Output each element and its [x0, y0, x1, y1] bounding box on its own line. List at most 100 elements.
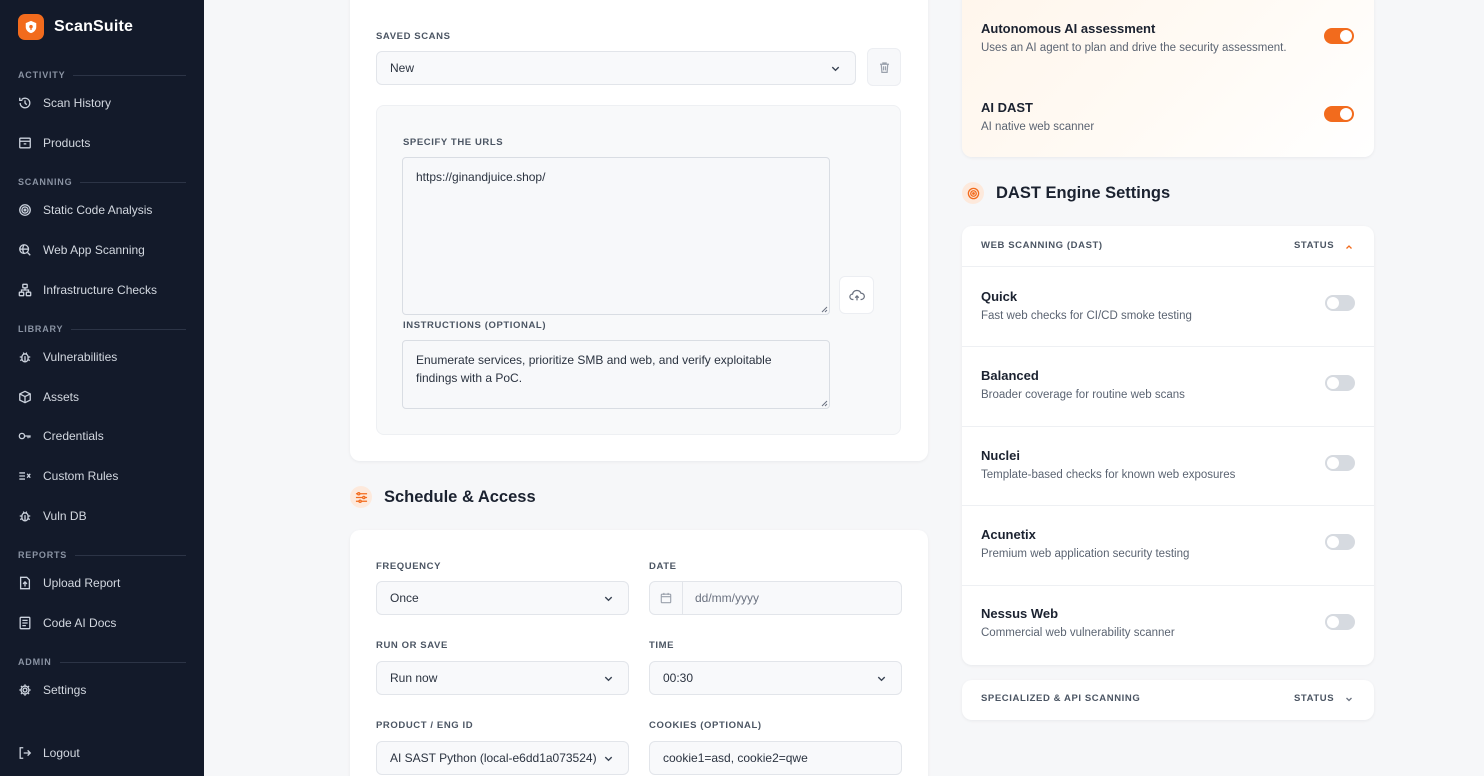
chevron-down-icon: [1346, 697, 1352, 702]
sidebar-item-label: Settings: [43, 683, 87, 697]
engine-name: Nuclei: [981, 448, 1021, 463]
engine-desc: Broader coverage for routine web scans: [981, 389, 1185, 401]
cookies-value: cookie1=asd, cookie2=qwe: [663, 751, 808, 765]
sidebar-item-label: Scan History: [43, 96, 112, 110]
ai-dast-toggle[interactable]: [1324, 106, 1354, 122]
resize-handle-icon[interactable]: [820, 305, 828, 313]
nuclei-toggle[interactable]: [1325, 455, 1355, 471]
sidebar-item-label: Static Code Analysis: [43, 203, 153, 217]
target-icon: [19, 204, 31, 216]
engine-row-balanced: Balanced Broader coverage for routine we…: [962, 346, 1374, 426]
rules-icon: [19, 472, 31, 480]
sidebar-item-label: Infrastructure Checks: [43, 283, 158, 297]
toggle-knob: [1327, 297, 1339, 309]
sidebar-item-web-app-scanning[interactable]: Web App Scanning: [18, 240, 145, 260]
toggle-knob: [1327, 377, 1339, 389]
frequency-select[interactable]: Once: [376, 581, 629, 615]
specialized-header-label: SPECIALIZED & API SCANNING: [981, 693, 1141, 704]
sidebar-item-label: Code AI Docs: [43, 616, 117, 630]
saved-scans-select[interactable]: New: [376, 51, 856, 85]
chevron-down-icon: [831, 66, 840, 72]
section-label-library: LIBRARY: [18, 324, 186, 334]
cookies-input[interactable]: cookie1=asd, cookie2=qwe: [649, 741, 902, 775]
archive-icon: [19, 137, 31, 149]
engine-row-nuclei: Nuclei Template-based checks for known w…: [962, 426, 1374, 506]
document-icon: [19, 616, 31, 630]
web-scanning-header[interactable]: WEB SCANNING (DAST) STATUS: [962, 226, 1374, 266]
sidebar-item-label: Upload Report: [43, 576, 121, 590]
sidebar-item-label: Vuln DB: [43, 509, 87, 523]
gear-icon: [19, 684, 31, 696]
brand-name: ScanSuite: [54, 18, 134, 35]
delete-saved-scan-button[interactable]: [867, 48, 901, 86]
sidebar-item-infrastructure-checks[interactable]: Infrastructure Checks: [18, 280, 157, 300]
autonomous-ai-toggle[interactable]: [1324, 28, 1354, 44]
engine-name: Acunetix: [981, 527, 1036, 542]
specialized-api-card[interactable]: SPECIALIZED & API SCANNING STATUS: [962, 680, 1374, 720]
web-scanning-card: WEB SCANNING (DAST) STATUS Quick Fast we…: [962, 226, 1374, 665]
schedule-card: FREQUENCY Once DATE dd/mm/yyyy RUN OR SA…: [350, 530, 928, 776]
logout-button[interactable]: Logout: [18, 743, 80, 763]
sidebar-item-settings[interactable]: Settings: [18, 680, 86, 700]
nessus-web-toggle[interactable]: [1325, 614, 1355, 630]
sidebar-item-custom-rules[interactable]: Custom Rules: [18, 466, 118, 486]
toggle-knob: [1327, 457, 1339, 469]
status-header-label: STATUS: [1294, 693, 1335, 704]
history-icon: [19, 97, 31, 109]
ai-option-desc: Uses an AI agent to plan and drive the s…: [981, 42, 1287, 54]
logout-label: Logout: [43, 746, 80, 760]
sidebar-item-upload-report[interactable]: Upload Report: [18, 573, 120, 593]
engine-name: Balanced: [981, 368, 1039, 383]
product-label: PRODUCT / ENG ID: [376, 720, 474, 731]
ai-option-name: Autonomous AI assessment: [981, 21, 1156, 36]
dast-title-text: DAST Engine Settings: [996, 183, 1171, 202]
saved-scans-value: New: [390, 61, 415, 75]
product-select[interactable]: AI SAST Python (local-e6dd1a073524): [376, 741, 629, 775]
engine-desc: Fast web checks for CI/CD smoke testing: [981, 310, 1192, 322]
url-config-panel: SPECIFY THE URLS https://ginandjuice.sho…: [376, 105, 901, 435]
sidebar-item-products[interactable]: Products: [18, 133, 90, 153]
instructions-value: Enumerate services, prioritize SMB and w…: [416, 353, 772, 385]
calendar-icon: [650, 582, 683, 614]
quick-toggle[interactable]: [1325, 295, 1355, 311]
section-label-reports: REPORTS: [18, 550, 186, 560]
brand[interactable]: ScanSuite: [18, 14, 133, 40]
sidebar-item-credentials[interactable]: Credentials: [18, 426, 104, 446]
cube-icon: [19, 390, 31, 404]
sidebar-item-label: Web App Scanning: [43, 243, 145, 257]
run-or-save-label: RUN OR SAVE: [376, 640, 448, 651]
resize-handle-icon[interactable]: [820, 399, 828, 407]
section-label-scanning: SCANNING: [18, 177, 186, 187]
schedule-title-text: Schedule & Access: [384, 487, 536, 506]
ai-option-name: AI DAST: [981, 100, 1033, 115]
urls-textarea[interactable]: https://ginandjuice.shop/: [402, 157, 830, 315]
sidebar-item-assets[interactable]: Assets: [18, 387, 79, 407]
instructions-textarea[interactable]: Enumerate services, prioritize SMB and w…: [402, 340, 830, 409]
shield-logo-icon: [18, 14, 44, 40]
acunetix-toggle[interactable]: [1325, 534, 1355, 550]
ai-options-card: Autonomous AI assessment Uses an AI agen…: [962, 0, 1374, 157]
chevron-down-icon: [604, 756, 613, 762]
balanced-toggle[interactable]: [1325, 375, 1355, 391]
urls-label: SPECIFY THE URLS: [403, 137, 504, 148]
upload-urls-button[interactable]: [839, 276, 874, 314]
sidebar-item-vuln-db[interactable]: Vuln DB: [18, 506, 87, 526]
logout-icon: [19, 747, 32, 759]
cookies-label: COOKIES (OPTIONAL): [649, 720, 762, 731]
sidebar-item-vulnerabilities[interactable]: Vulnerabilities: [18, 347, 117, 367]
sidebar-item-code-ai-docs[interactable]: Code AI Docs: [18, 613, 116, 633]
sidebar-item-static-code-analysis[interactable]: Static Code Analysis: [18, 200, 152, 220]
saved-scans-label: SAVED SCANS: [376, 31, 451, 42]
engine-name: Quick: [981, 289, 1018, 304]
engine-desc: Template-based checks for known web expo…: [981, 469, 1236, 481]
run-or-save-select[interactable]: Run now: [376, 661, 629, 695]
engine-row-quick: Quick Fast web checks for CI/CD smoke te…: [962, 266, 1374, 346]
time-select[interactable]: 00:30: [649, 661, 902, 695]
engine-desc: Commercial web vulnerability scanner: [981, 627, 1175, 639]
sliders-icon: [350, 486, 372, 508]
sidebar-item-label: Assets: [43, 390, 80, 404]
sidebar-item-scan-history[interactable]: Scan History: [18, 93, 111, 113]
engine-desc: Premium web application security testing: [981, 548, 1190, 560]
date-input[interactable]: dd/mm/yyyy: [649, 581, 902, 615]
engine-row-acunetix: Acunetix Premium web application securit…: [962, 505, 1374, 585]
